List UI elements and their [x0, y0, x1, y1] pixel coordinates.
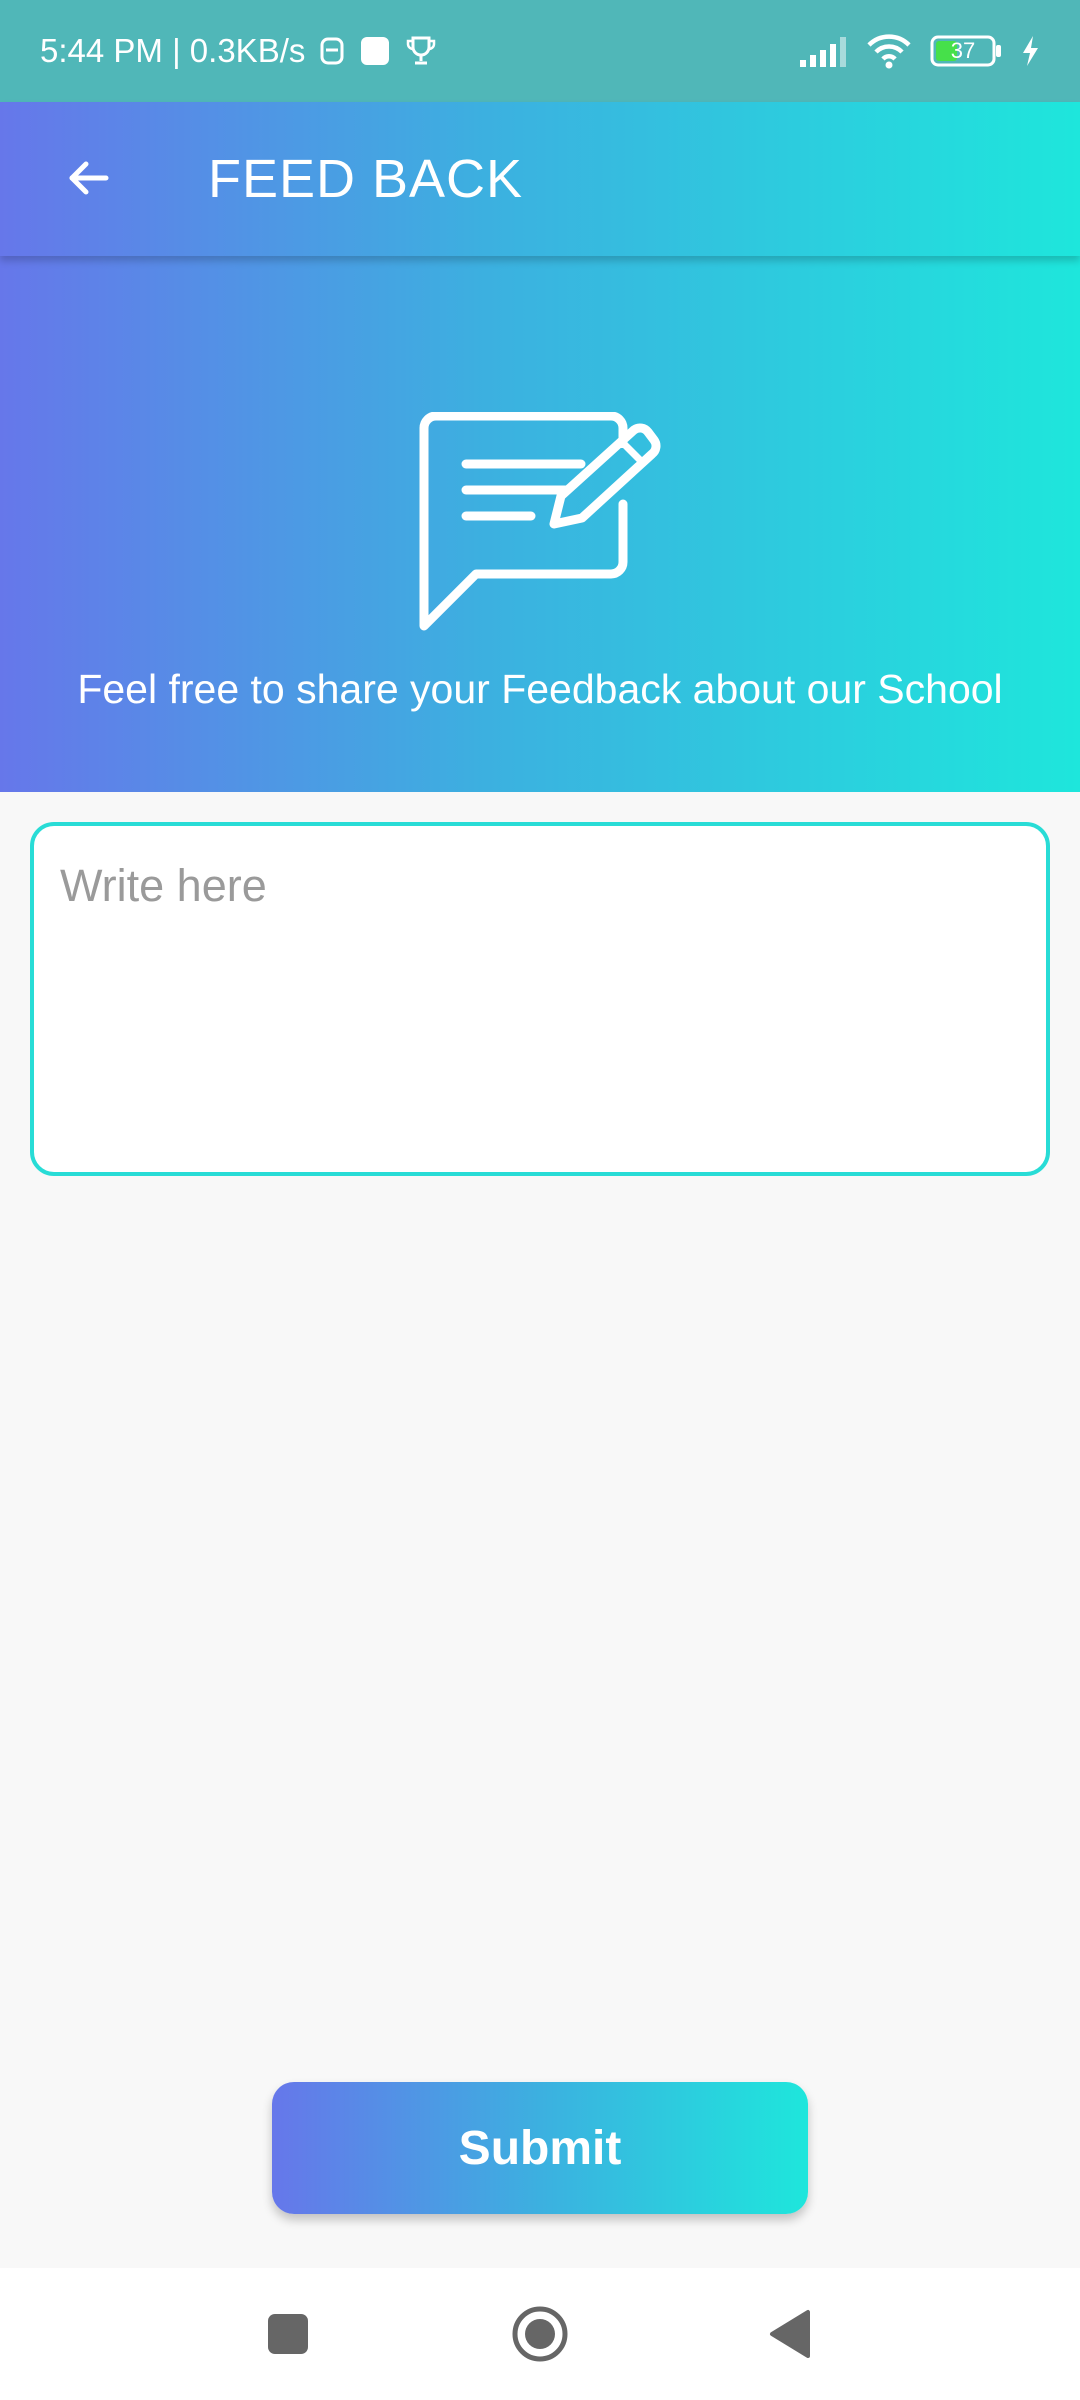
feedback-input[interactable] [60, 860, 1020, 1138]
notification-app-icon [319, 36, 345, 66]
back-icon [770, 2310, 810, 2358]
trophy-icon [405, 35, 437, 67]
status-bar: 5:44 PM | 0.3KB/s 37 [0, 0, 1080, 102]
recent-apps-icon [268, 2314, 308, 2354]
app-bar: FEED BACK [0, 102, 1080, 256]
battery-level: 37 [950, 38, 976, 63]
hero-message: Feel free to share your Feedback about o… [77, 666, 1003, 712]
wifi-icon [866, 33, 912, 69]
home-button[interactable] [480, 2268, 600, 2400]
page-title: FEED BACK [208, 149, 524, 209]
status-time: 5:44 PM | 0.3KB/s [40, 32, 306, 69]
square-notification-icon [359, 35, 391, 67]
arrow-left-icon [69, 161, 109, 195]
system-nav-bar [0, 2268, 1080, 2400]
back-nav-button[interactable] [730, 2268, 850, 2400]
feedback-message-edit-icon [419, 412, 661, 631]
recent-apps-button[interactable] [228, 2268, 348, 2400]
feedback-hero: Feel free to share your Feedback about o… [0, 256, 1080, 792]
battery-icon: 37 [930, 34, 1002, 68]
status-left: 5:44 PM | 0.3KB/s [40, 32, 437, 70]
signal-icon [798, 34, 848, 68]
status-right: 37 [798, 33, 1040, 69]
back-button[interactable] [50, 140, 126, 216]
home-icon [512, 2306, 568, 2362]
charging-bolt-icon [1020, 35, 1040, 67]
feedback-screen: 5:44 PM | 0.3KB/s 37 FEED BACK Feel free… [0, 0, 1080, 2400]
submit-button[interactable]: Submit [272, 2082, 808, 2214]
feedback-input-container [30, 822, 1050, 1176]
